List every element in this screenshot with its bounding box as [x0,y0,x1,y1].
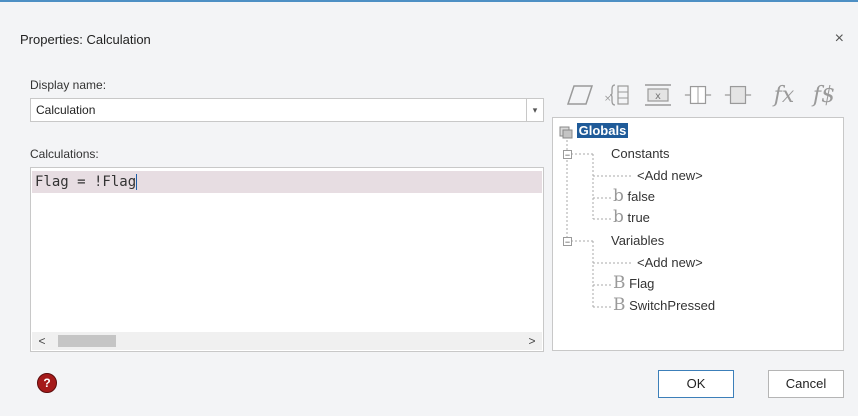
globals-label: Globals [576,123,629,138]
svg-text:x: x [655,91,661,102]
fs-icon[interactable]: f$ [809,80,839,110]
x-block-icon[interactable]: x [643,80,673,110]
tree-variables[interactable]: Variables [611,233,664,249]
variables-collapse-icon[interactable]: − [563,237,572,247]
display-name-dropdown-button[interactable]: ▾ [526,98,544,122]
variable-switchpressed-label: SwitchPressed [629,298,716,313]
calculations-label: Calculations: [30,147,99,161]
code-text: Flag = !Flag [35,174,137,190]
tree-root[interactable]: Globals [559,123,629,139]
ok-button[interactable]: OK [658,370,734,398]
help-button[interactable]: ? [37,373,57,393]
constants-collapse-icon[interactable]: − [563,150,572,160]
chevron-down-icon: ▾ [532,105,538,115]
constant-false[interactable]: b false [613,188,655,205]
variable-switchpressed[interactable]: B SwitchPressed [613,297,715,314]
properties-dialog: Properties: Calculation × Display name: … [0,0,858,416]
constants-add-new[interactable]: <Add new> [637,168,703,184]
boolean-icon: b [613,186,624,206]
scroll-right-arrow[interactable]: > [524,333,540,349]
boolean-variable-icon: B [613,295,626,315]
constant-true-label: true [627,210,650,225]
close-icon[interactable]: × [835,30,844,48]
variables-add-new[interactable]: <Add new> [637,255,703,271]
boolean-icon: b [613,207,624,227]
parallelogram-icon[interactable] [565,80,595,110]
horizontal-scrollbar[interactable]: < > [32,332,542,350]
x-brace-icon[interactable]: × [603,80,633,110]
globals-folder-icon [559,126,573,139]
variable-flag[interactable]: B Flag [613,275,654,292]
scrollbar-thumb[interactable] [58,335,116,347]
display-name-field[interactable]: Calculation [30,98,527,122]
dialog-title: Properties: Calculation [20,32,151,47]
variable-flag-label: Flag [629,276,655,291]
constant-true[interactable]: b true [613,209,650,226]
column-alt-icon[interactable] [723,80,753,110]
constant-false-label: false [627,189,655,204]
globals-tree[interactable]: Globals − Constants <Add new> b false b … [552,117,844,351]
scroll-left-arrow[interactable]: < [34,333,50,349]
fx-icon[interactable]: fx [769,80,799,110]
code-line[interactable]: Flag = !Flag [32,171,542,193]
cancel-button[interactable]: Cancel [768,370,844,398]
calculations-editor[interactable]: Flag = !Flag < > [30,167,544,352]
boolean-variable-icon: B [613,273,626,293]
column-icon[interactable] [683,80,713,110]
text-caret [136,174,138,190]
display-name-label: Display name: [30,78,107,92]
tree-constants[interactable]: Constants [611,146,670,162]
